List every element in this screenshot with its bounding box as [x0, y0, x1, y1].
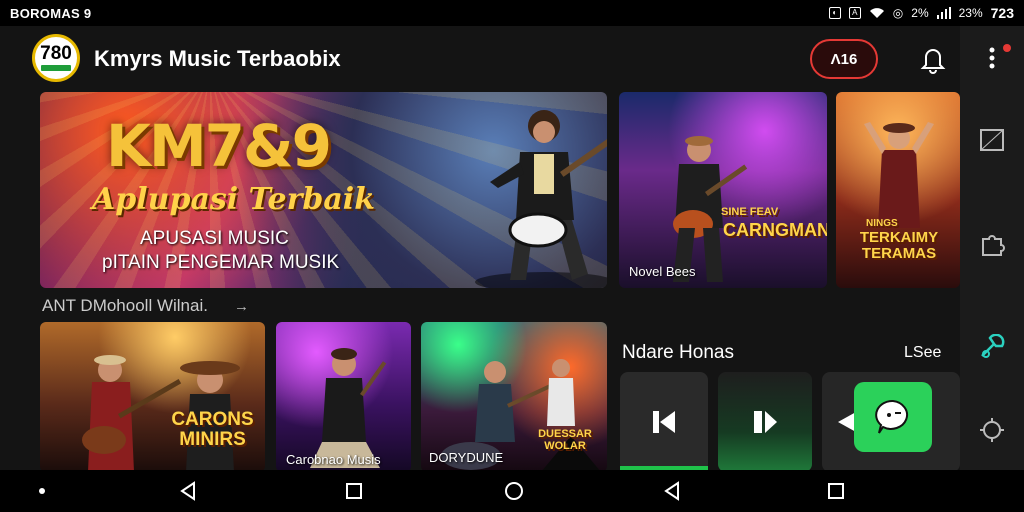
app-header: 780 Kmyrs Music Terbaobix Λ16 — [0, 26, 960, 92]
previous-button[interactable] — [620, 372, 708, 472]
chat-bubble-icon — [875, 399, 908, 434]
singer-illustration — [864, 122, 934, 228]
banner-2-title: CARNGMAN — [723, 220, 827, 240]
logo-text: 780 — [40, 43, 72, 64]
music-card-1[interactable]: CARONS MINIRS — [40, 322, 265, 472]
recents-icon[interactable] — [344, 481, 364, 501]
battery-percent-2: 23% — [958, 6, 983, 20]
play-left-icon — [838, 412, 856, 432]
player-section-title: Ndare Honas — [622, 342, 734, 363]
pause-icon — [754, 411, 777, 433]
arrow-right-icon[interactable]: → — [234, 298, 249, 315]
see-all-link[interactable]: LSee — [904, 344, 941, 362]
logo-bar — [41, 65, 71, 71]
card-3-overlay: DUESSAR WOLAR — [538, 428, 592, 452]
card-3-caption: DORYDUNE — [429, 450, 504, 465]
guitarist-illustration — [475, 110, 607, 288]
pause-button[interactable] — [718, 372, 812, 472]
bell-icon[interactable] — [918, 44, 948, 74]
banner-line-1: APUSASI MUSIC — [140, 228, 289, 249]
status-icons: ◐ A ◎ 2% 23% 723 — [828, 5, 1014, 21]
puzzle-icon[interactable] — [978, 230, 1006, 258]
banner-3-title: TERKAIMY TERAMAS — [859, 229, 939, 262]
banner-2-caption: Novel Bees — [629, 264, 696, 279]
window-icon[interactable] — [978, 126, 1006, 154]
banner-card-3[interactable]: NINGS TERKAIMY TERAMAS — [836, 92, 960, 288]
wifi-icon — [869, 8, 884, 18]
music-card-2[interactable]: Carobnao Musis — [276, 322, 411, 472]
recents-icon-2[interactable] — [826, 481, 846, 501]
app-title: Kmyrs Music Terbaobix — [94, 46, 341, 71]
banner-2-small-title: SINE FEAV — [721, 206, 779, 218]
card-2-caption: Carobnao Musis — [286, 452, 381, 467]
notification-dot — [1003, 44, 1011, 52]
band-illustration — [82, 355, 240, 472]
clock: 723 — [990, 5, 1014, 21]
banner-line-2: pITAIN PENGEMAR MUSIK — [102, 252, 340, 273]
battery-percent-1: 2% — [911, 6, 929, 20]
status-left-text: BOROMAS 9 — [10, 5, 92, 21]
card-1-caption: CARONS MINIRS — [171, 409, 254, 450]
skip-previous-icon — [653, 411, 675, 433]
section-title: ANT DMohooll Wilnai. — [42, 296, 208, 315]
nav-dot-icon — [39, 488, 45, 494]
status-bar: BOROMAS 9 ◐ A ◎ 2% 23% 723 — [0, 0, 1024, 26]
banner-title: KM7&9 — [106, 112, 332, 180]
app-main: 780 Kmyrs Music Terbaobix Λ16 KM7&9 Aplu… — [0, 26, 960, 472]
right-rail — [960, 26, 1024, 470]
featured-banner[interactable]: KM7&9 Aplupasi Terbaik APUSASI MUSIC pIT… — [40, 92, 607, 288]
home-icon[interactable] — [504, 481, 524, 501]
account-pill-button[interactable]: Λ16 — [810, 39, 878, 79]
banner-3-small-title: NINGS — [866, 218, 898, 229]
banner-card-2[interactable]: SINE FEAV CARNGMAN Novel Bees — [619, 92, 827, 288]
music-card-3[interactable]: DUESSAR WOLAR DORYDUNE — [421, 322, 607, 472]
banner-subtitle: Aplupasi Terbaik — [92, 182, 375, 217]
signal-icon — [936, 7, 951, 19]
more-vert-icon[interactable] — [978, 44, 1006, 72]
sync-icon: ◎ — [892, 6, 904, 20]
back-icon[interactable] — [178, 481, 198, 501]
nfc-icon: ◐ — [828, 7, 841, 19]
system-nav-bar — [0, 470, 1024, 512]
guitarist-illustration-3 — [310, 348, 387, 468]
app-icon: A — [848, 7, 861, 19]
settings-icon[interactable] — [978, 416, 1006, 444]
share-fab[interactable] — [854, 382, 932, 452]
app-logo[interactable]: 780 — [32, 34, 80, 82]
back-icon-2[interactable] — [662, 481, 682, 501]
tools-icon[interactable] — [978, 334, 1006, 362]
